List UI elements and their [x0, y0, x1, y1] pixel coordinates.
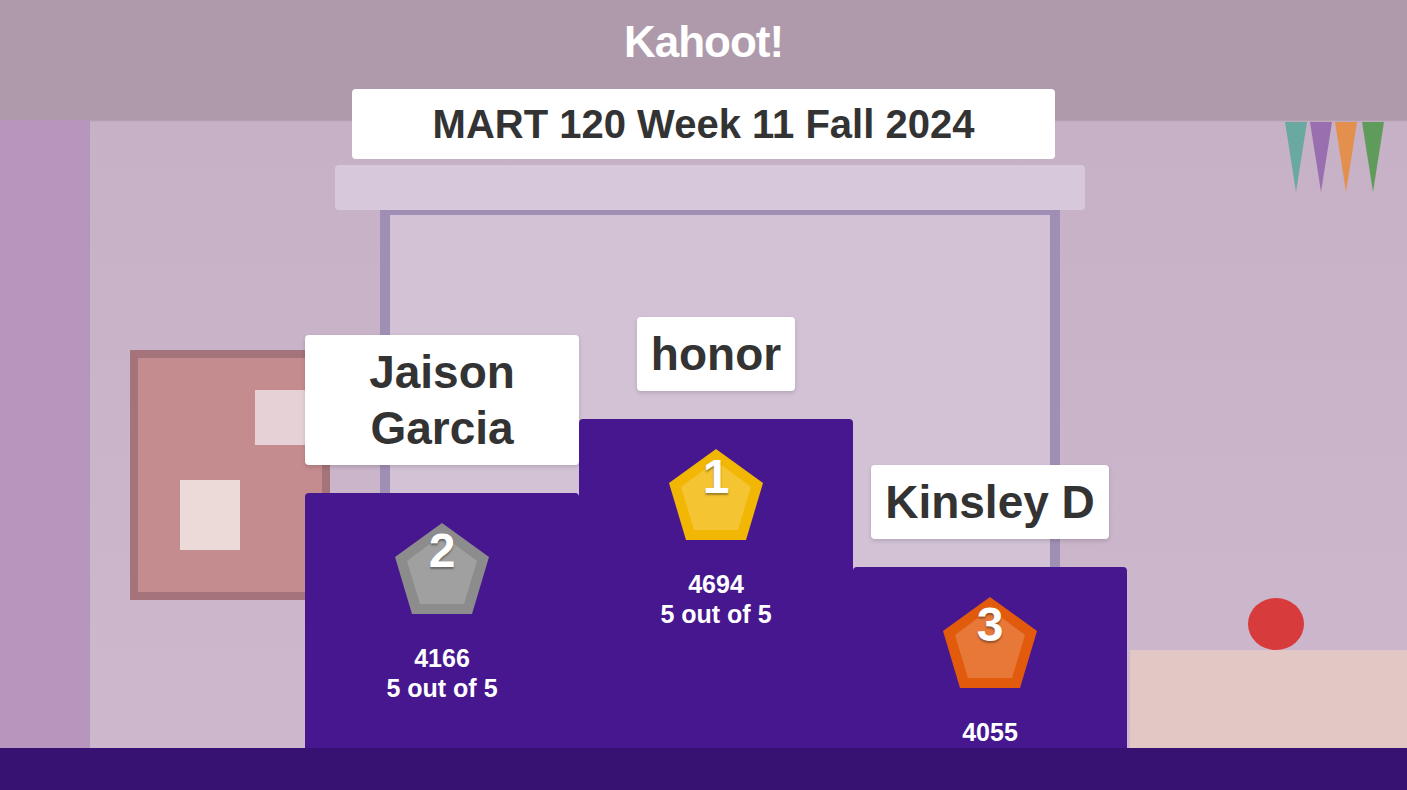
- player-score: 4055: [962, 717, 1018, 747]
- podium-place: Kinsley D 3 4055: [853, 465, 1127, 790]
- rank-number: 2: [429, 521, 456, 617]
- rank-medal-icon: 1: [666, 447, 766, 543]
- player-name: honor: [637, 317, 795, 391]
- apple-icon: [1248, 598, 1304, 650]
- podium: Jaison Garcia241665 out of 5honor146945 …: [305, 317, 1127, 790]
- player-score: 4694: [688, 569, 744, 599]
- rank-medal-icon: 3: [940, 595, 1040, 691]
- player-name: Kinsley D: [871, 465, 1109, 539]
- podium-place: Jaison Garcia 2 41665 out of 5: [305, 335, 579, 790]
- podium-block: 1 46945 out of 5: [579, 419, 853, 790]
- bottom-bar: [0, 748, 1407, 790]
- podium-place: honor 1 46945 out of 5: [579, 317, 853, 790]
- player-score: 4166: [414, 643, 470, 673]
- corkboard: [130, 350, 330, 600]
- rank-number: 3: [977, 595, 1004, 691]
- quiz-title: MART 120 Week 11 Fall 2024: [352, 89, 1055, 159]
- podium-screen: Kahoot! MART 120 Week 11 Fall 2024 Jaison …: [0, 0, 1407, 790]
- rank-number: 1: [703, 447, 730, 543]
- kahoot-logo: Kahoot!: [624, 0, 783, 64]
- player-name: Jaison Garcia: [305, 335, 579, 465]
- rank-medal-icon: 2: [392, 521, 492, 617]
- correct-count: 5 out of 5: [386, 673, 497, 703]
- correct-count: 5 out of 5: [660, 599, 771, 629]
- podium-block: 2 41665 out of 5: [305, 493, 579, 790]
